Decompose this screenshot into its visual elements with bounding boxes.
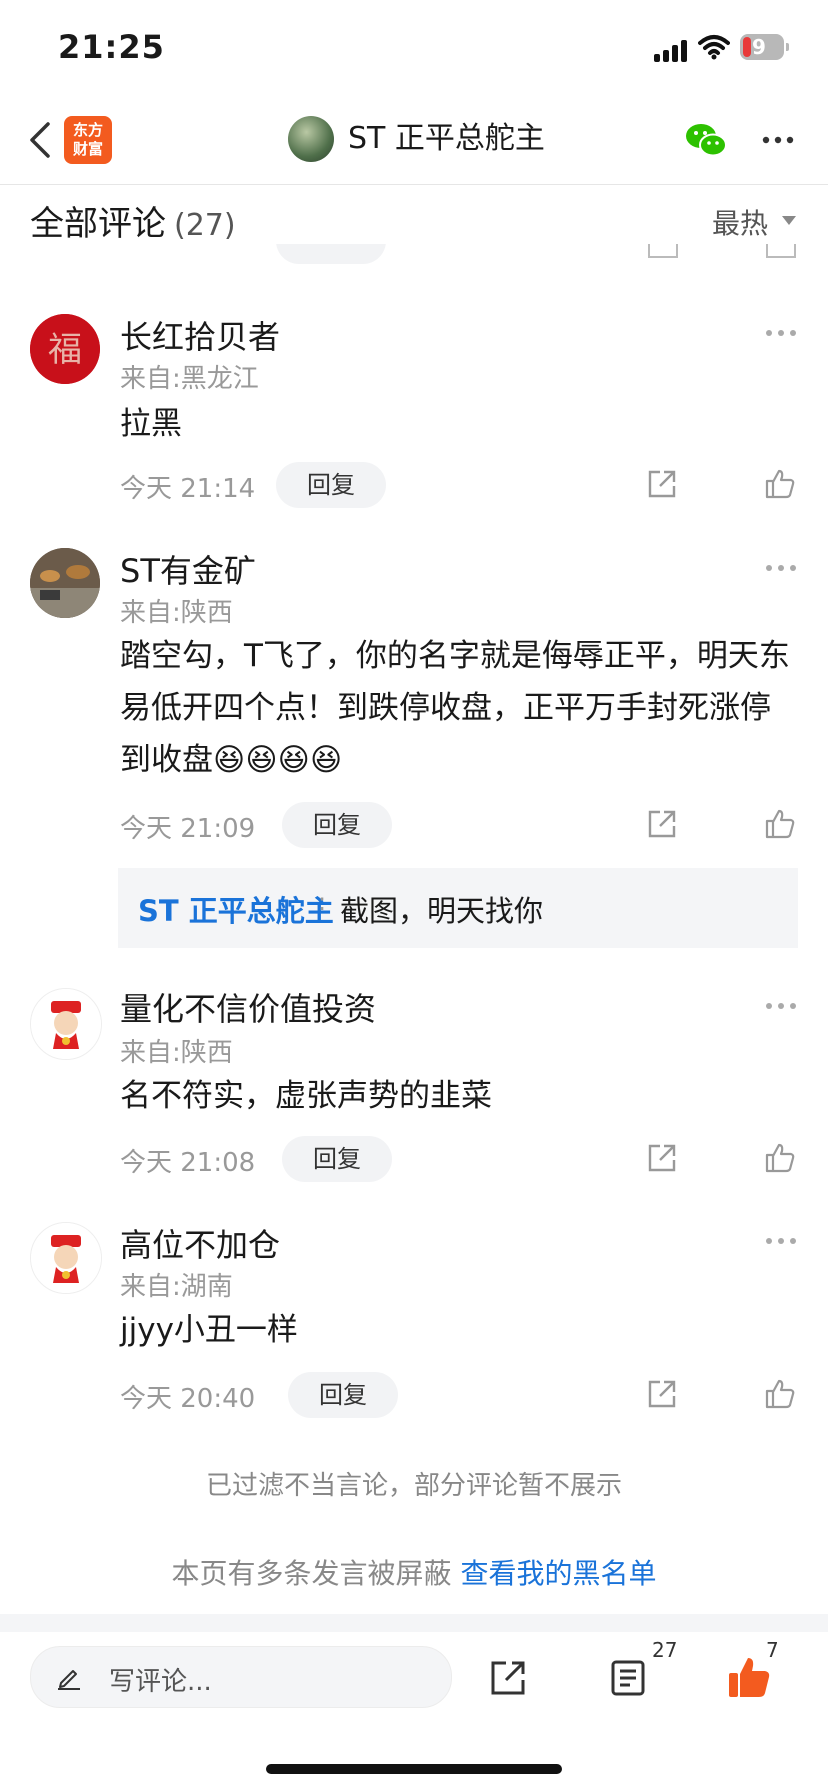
user-avatar[interactable]: 福 (30, 314, 100, 384)
thumbs-up-icon[interactable] (764, 468, 796, 500)
divider (0, 1614, 828, 1632)
view-blacklist-link[interactable]: 查看我的黑名单 (460, 1557, 656, 1590)
blacklist-text: 本页有多条发言被屏蔽 (171, 1557, 461, 1590)
comment-text: 拉黑 (120, 406, 182, 442)
share-icon[interactable] (646, 808, 678, 840)
like-count-badge: 7 (766, 1638, 779, 1662)
user-avatar[interactable] (30, 548, 100, 618)
reply-author[interactable]: ST 正平总舵主 (138, 888, 334, 930)
app-logo[interactable]: 东方 财富 (64, 116, 112, 164)
battery-level: 9 (752, 35, 766, 59)
wifi-icon (698, 35, 730, 60)
comments-header: 全部评论 (27) (30, 196, 236, 245)
reply-separator: : (318, 888, 327, 916)
write-comment-input[interactable]: 写评论... (30, 1646, 452, 1708)
sort-dropdown[interactable]: 最热 (712, 202, 768, 242)
comments-count: (27) (174, 208, 236, 243)
share-icon[interactable] (488, 1658, 528, 1698)
author-reply[interactable]: ST 正平总舵主 : 截图，明天找你 (118, 868, 798, 948)
caret-down-icon[interactable] (782, 216, 796, 225)
comment-time: 今天 21:08 (120, 1148, 256, 1178)
comment-list-icon[interactable] (608, 1658, 648, 1698)
share-icon[interactable] (646, 1142, 678, 1174)
more-options-icon[interactable] (760, 128, 796, 152)
pencil-icon (58, 1670, 80, 1690)
page-title[interactable]: ST 正平总舵主 (348, 118, 545, 160)
comment-more-icon[interactable] (766, 1003, 796, 1011)
cellular-signal-icon (654, 38, 690, 62)
comment-text: 名不符实，虚张声势的韭菜 (120, 1078, 492, 1114)
blacklist-notice: 本页有多条发言被屏蔽 查看我的黑名单 (0, 1552, 828, 1592)
reply-button[interactable]: 回复 (282, 802, 392, 848)
reply-button[interactable]: 回复 (282, 1136, 392, 1182)
comment-more-icon[interactable] (766, 1238, 796, 1246)
reply-button[interactable]: 回复 (288, 1372, 398, 1418)
comment-username[interactable]: ST有金矿 (120, 546, 256, 592)
write-comment-placeholder: 写评论... (109, 1667, 212, 1697)
status-time: 21:25 (58, 28, 165, 66)
comment-username[interactable]: 量化不信价值投资 (120, 984, 376, 1030)
previous-comment-partial (0, 244, 828, 274)
reply-button[interactable]: 回复 (276, 462, 386, 508)
comment-count-badge: 27 (652, 1638, 678, 1662)
comment-username[interactable]: 长红拾贝者 (120, 312, 280, 358)
home-indicator[interactable] (266, 1764, 562, 1774)
share-icon[interactable] (646, 1378, 678, 1410)
logo-text-bottom: 财富 (72, 140, 103, 158)
battery-icon: 9 (740, 34, 789, 60)
top-nav-bar: 东方 财富 ST 正平总舵主 (0, 100, 828, 185)
comment-time: 今天 21:09 (120, 814, 256, 844)
user-avatar[interactable] (30, 988, 102, 1060)
svg-text:福: 福 (48, 330, 82, 370)
thumbs-up-icon[interactable] (764, 1378, 796, 1410)
comment-text: 踏空勾，T飞了，你的名字就是侮辱正平，明天东易低开四个点！到跌停收盘，正平万手封… (120, 638, 790, 778)
comment-more-icon[interactable] (766, 330, 796, 338)
logo-text-top: 东方 (72, 121, 103, 139)
comment-time: 今天 20:40 (120, 1384, 256, 1414)
comment-text: jjyy小丑一样 (120, 1312, 298, 1348)
comment-location: 来自:黑龙江 (120, 364, 259, 394)
comment-username[interactable]: 高位不加仓 (120, 1220, 280, 1266)
thumbs-up-icon[interactable] (764, 808, 796, 840)
share-icon[interactable] (646, 468, 678, 500)
back-arrow-icon[interactable] (26, 120, 54, 160)
thumbs-up-icon[interactable] (764, 1142, 796, 1174)
comment-location: 来自:湖南 (120, 1272, 233, 1302)
wechat-icon[interactable] (684, 120, 728, 160)
comment-location: 来自:陕西 (120, 1038, 233, 1068)
user-avatar[interactable] (30, 1222, 102, 1294)
filter-notice: 已过滤不当言论，部分评论暂不展示 (205, 1471, 622, 1501)
stock-avatar[interactable] (288, 116, 334, 162)
comment-more-icon[interactable] (766, 565, 796, 573)
comments-title: 全部评论 (30, 204, 166, 244)
comment-time: 今天 21:14 (120, 474, 256, 504)
comment-location: 来自:陕西 (120, 598, 233, 628)
reply-text: 截图，明天找你 (340, 894, 544, 928)
